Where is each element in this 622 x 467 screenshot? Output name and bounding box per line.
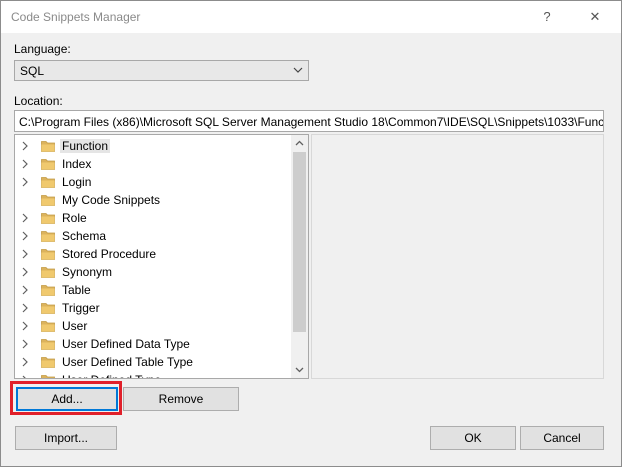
- language-selected-value: SQL: [20, 64, 45, 78]
- chevron-right-icon[interactable]: [20, 303, 30, 313]
- chevron-right-icon[interactable]: [20, 267, 30, 277]
- folder-icon: [41, 249, 55, 260]
- tree-item-label: Stored Procedure: [62, 247, 157, 261]
- folder-icon: [41, 339, 55, 350]
- tree-item[interactable]: Trigger: [15, 299, 291, 317]
- location-field[interactable]: C:\Program Files (x86)\Microsoft SQL Ser…: [14, 110, 604, 132]
- ok-button[interactable]: OK: [430, 426, 516, 450]
- tree-item[interactable]: Schema: [15, 227, 291, 245]
- tree-item-label: Role: [62, 211, 87, 225]
- tree-scrollbar[interactable]: [291, 135, 308, 378]
- folder-icon: [41, 321, 55, 332]
- folder-icon: [41, 213, 55, 224]
- tree-item[interactable]: Stored Procedure: [15, 245, 291, 263]
- tree-item[interactable]: Table: [15, 281, 291, 299]
- chevron-right-icon[interactable]: [20, 231, 30, 241]
- remove-button[interactable]: Remove: [123, 387, 239, 411]
- chevron-right-icon[interactable]: [20, 159, 30, 169]
- tree-item-label: Index: [62, 157, 92, 171]
- chevron-right-icon[interactable]: [20, 339, 30, 349]
- tree-item[interactable]: Synonym: [15, 263, 291, 281]
- snippet-description-pane: [311, 134, 604, 379]
- snippet-folder-tree[interactable]: Function Index Login My Code Snippets Role Sc…: [14, 134, 309, 379]
- folder-icon: [41, 285, 55, 296]
- chevron-right-icon[interactable]: [20, 357, 30, 367]
- folder-icon: [41, 141, 55, 152]
- location-label: Location:: [14, 94, 63, 108]
- tree-item-label: Synonym: [62, 265, 113, 279]
- chevron-right-icon[interactable]: [20, 213, 30, 223]
- scroll-down-icon[interactable]: [291, 361, 308, 378]
- chevron-right-icon[interactable]: [20, 249, 30, 259]
- cancel-button[interactable]: Cancel: [520, 426, 604, 450]
- folder-icon: [41, 357, 55, 368]
- tree-item[interactable]: My Code Snippets: [15, 191, 291, 209]
- tree-list: Function Index Login My Code Snippets Role Sc…: [15, 135, 291, 378]
- tree-item[interactable]: User Defined Type: [15, 371, 291, 378]
- tree-item-label: User: [62, 319, 88, 333]
- folder-icon: [41, 177, 55, 188]
- chevron-right-icon[interactable]: [20, 285, 30, 295]
- folder-icon: [41, 375, 55, 378]
- help-button[interactable]: ?: [537, 7, 557, 27]
- tree-item[interactable]: User: [15, 317, 291, 335]
- tree-item[interactable]: User Defined Table Type: [15, 353, 291, 371]
- tree-item[interactable]: Login: [15, 173, 291, 191]
- tree-item[interactable]: Index: [15, 155, 291, 173]
- tree-item-label: User Defined Table Type: [62, 355, 193, 369]
- chevron-down-icon: [293, 67, 303, 73]
- window-title: Code Snippets Manager: [11, 10, 141, 24]
- tree-item[interactable]: Function: [15, 137, 291, 155]
- tree-item-label: Schema: [62, 229, 107, 243]
- folder-icon: [41, 231, 55, 242]
- chevron-right-icon[interactable]: [20, 141, 30, 151]
- tree-item-label: Login: [62, 175, 92, 189]
- folder-icon: [41, 195, 55, 206]
- folder-icon: [41, 267, 55, 278]
- language-select[interactable]: SQL: [14, 60, 309, 81]
- tree-item[interactable]: User Defined Data Type: [15, 335, 291, 353]
- scroll-up-icon[interactable]: [291, 135, 308, 152]
- tree-item-label: Function: [60, 139, 111, 153]
- tree-item-label: Trigger: [62, 301, 100, 315]
- chevron-right-icon[interactable]: [20, 177, 30, 187]
- tree-item-label: Table: [62, 283, 91, 297]
- title-bar: Code Snippets Manager ? ✕: [1, 1, 621, 33]
- location-path: C:\Program Files (x86)\Microsoft SQL Ser…: [19, 115, 604, 129]
- folder-icon: [41, 159, 55, 170]
- chevron-right-icon[interactable]: [20, 375, 30, 378]
- scroll-thumb[interactable]: [293, 152, 306, 332]
- close-button[interactable]: ✕: [585, 7, 605, 27]
- language-label: Language:: [14, 42, 71, 56]
- code-snippets-manager-dialog: Code Snippets Manager ? ✕ Language: SQL …: [0, 0, 622, 467]
- add-button-highlight: [10, 381, 122, 415]
- tree-item-label: My Code Snippets: [62, 193, 161, 207]
- tree-item-label: User Defined Data Type: [62, 337, 190, 351]
- folder-icon: [41, 303, 55, 314]
- tree-item-label: User Defined Type: [60, 373, 163, 378]
- tree-item[interactable]: Role: [15, 209, 291, 227]
- chevron-right-icon[interactable]: [20, 321, 30, 331]
- import-button[interactable]: Import...: [15, 426, 117, 450]
